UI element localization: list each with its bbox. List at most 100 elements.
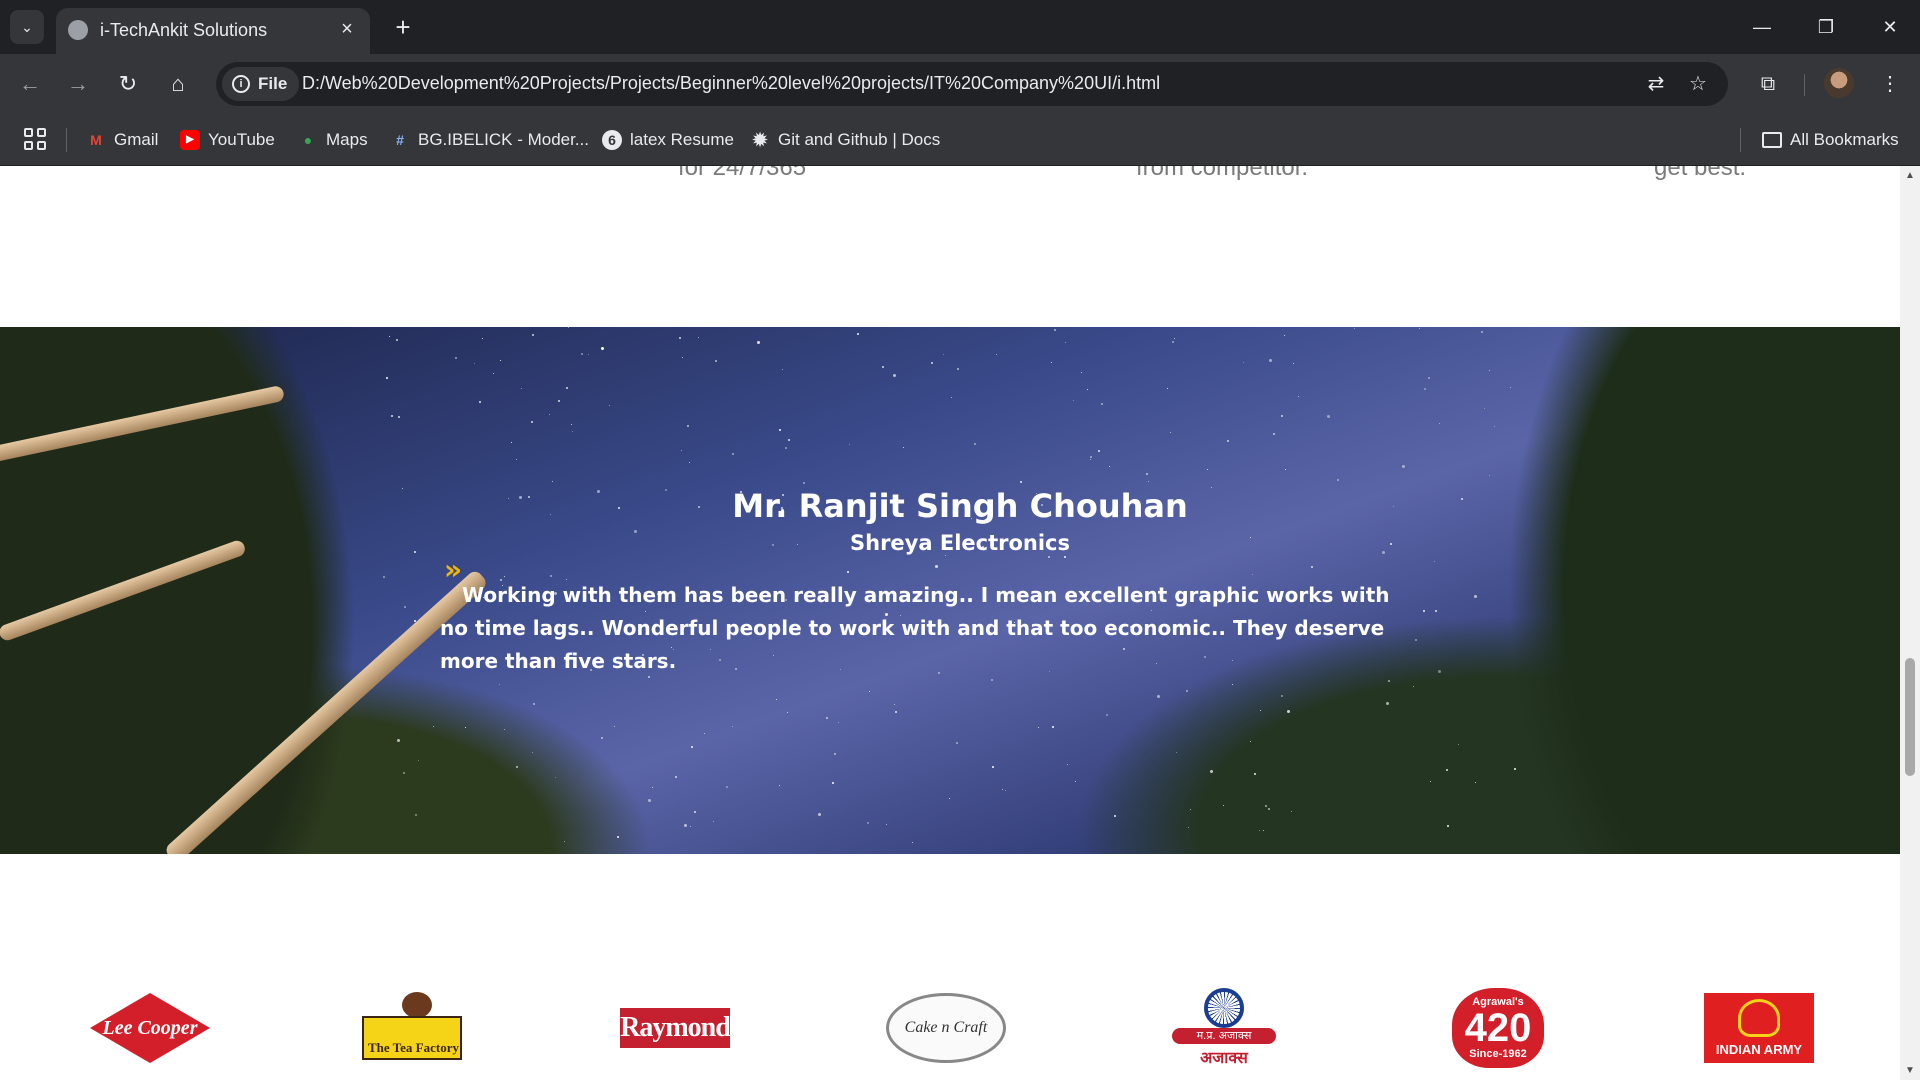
star-dot (511, 441, 513, 443)
logo-indian-army: INDIAN ARMY (1704, 976, 1814, 1080)
close-tab-icon[interactable]: × (334, 16, 360, 42)
star-dot (397, 738, 401, 742)
scroll-up-arrow-icon[interactable]: ▲ (1904, 170, 1916, 181)
star-dot (648, 799, 652, 803)
star-dot (912, 842, 914, 844)
feature-caption: for 24/7/365 (678, 166, 807, 181)
profile-avatar[interactable] (1824, 68, 1854, 98)
star-dot (849, 444, 851, 446)
translate-icon[interactable]: ⇄ (1642, 70, 1670, 98)
minimize-button[interactable]: — (1742, 10, 1782, 44)
extensions-icon[interactable]: ⧉ (1750, 66, 1786, 102)
star-dot (414, 814, 417, 817)
star-dot (893, 373, 897, 377)
menu-kebab-icon[interactable]: ⋮ (1872, 66, 1908, 102)
restore-button[interactable]: ❐ (1806, 10, 1846, 44)
tea-factory-wordmark: The Tea Factory (368, 1040, 459, 1055)
star-dot (1337, 478, 1340, 481)
star-dot (1053, 328, 1056, 331)
url-text[interactable]: D:/Web%20Development%20Projects/Projects… (302, 73, 1160, 94)
star-dot (1488, 370, 1490, 372)
star-dot (503, 729, 505, 731)
star-dot (1067, 763, 1069, 765)
star-bookmark-icon[interactable]: ☆ (1684, 70, 1712, 98)
star-dot (886, 823, 888, 825)
testimonial-name: Mr. Ranjit Singh Chouhan (732, 487, 1188, 525)
star-dot (948, 798, 950, 800)
star-dot (567, 327, 569, 329)
star-dot (398, 415, 401, 418)
reload-button[interactable]: ↻ (110, 66, 146, 102)
star-dot (779, 784, 781, 786)
all-bookmarks-button[interactable]: All Bookmarks (1762, 126, 1899, 154)
testimonial-section: Mr. Ranjit Singh Chouhan Shreya Electron… (0, 327, 1900, 854)
bookmark-bg-ibelick[interactable]: # BG.IBELICK - Moder... (390, 126, 589, 154)
star-dot (493, 372, 495, 374)
bookmark-label: YouTube (208, 130, 275, 149)
star-dot (403, 606, 406, 609)
star-dot (566, 387, 569, 390)
star-dot (1284, 335, 1286, 337)
star-dot (1052, 725, 1055, 728)
star-dot (1170, 431, 1172, 433)
star-dot (857, 333, 860, 335)
star-dot (1387, 680, 1390, 683)
star-dot (1260, 709, 1262, 711)
star-dot (563, 840, 565, 842)
bookmark-latex-resume[interactable]: 6 latex Resume (602, 126, 734, 154)
bookmarks-bar: M Gmail ▶ YouTube ● Maps # BG.IBELICK - … (0, 114, 1920, 166)
star-dot (402, 771, 405, 774)
tab-search-button[interactable]: ⌄ (10, 10, 44, 44)
star-dot (1292, 362, 1294, 364)
star-dot (614, 726, 616, 728)
agrawal-number: 420 (1464, 1006, 1532, 1050)
forward-button[interactable]: → (60, 66, 96, 102)
star-dot (837, 721, 839, 723)
bookmark-maps[interactable]: ● Maps (298, 126, 368, 154)
star-dot (1412, 686, 1414, 688)
scroll-down-arrow-icon[interactable]: ▼ (1904, 1065, 1916, 1076)
active-tab[interactable]: i-TechAnkit Solutions × (56, 8, 370, 54)
star-dot (714, 360, 717, 363)
star-dot (974, 443, 977, 446)
apps-grid-icon[interactable] (24, 128, 46, 150)
star-dot (1186, 689, 1189, 692)
star-dot (945, 555, 947, 557)
star-dot (802, 482, 805, 485)
bookmark-gmail[interactable]: M Gmail (86, 126, 158, 154)
scrollbar-thumb[interactable] (1905, 658, 1915, 776)
ajax-ribbon: म.प्र. अजाक्स (1172, 1028, 1276, 1044)
site-info-chip[interactable]: i File (222, 67, 300, 101)
bookmark-label: Maps (326, 130, 368, 149)
star-dot (1005, 789, 1007, 791)
star-dot (1251, 573, 1253, 575)
star-dot (866, 822, 869, 825)
star-dot (1493, 425, 1495, 427)
star-dot (532, 751, 534, 753)
star-dot (935, 565, 939, 569)
bookmark-label: BG.IBELICK - Moder... (418, 130, 590, 149)
star-dot (943, 354, 945, 356)
logo-cake-n-craft: Cake n Craft (886, 976, 1006, 1080)
star-dot (464, 726, 466, 728)
bookmark-git-github[interactable]: ✹ Git and Github | Docs (750, 126, 940, 154)
star-dot (1231, 684, 1233, 686)
star-dot (500, 359, 502, 361)
new-tab-button[interactable]: + (388, 12, 418, 42)
star-dot (826, 717, 829, 720)
bookmark-youtube[interactable]: ▶ YouTube (180, 126, 275, 154)
star-dot (1268, 359, 1272, 363)
home-button[interactable]: ⌂ (160, 66, 196, 102)
close-window-button[interactable]: ✕ (1870, 10, 1910, 44)
star-dot (732, 453, 735, 456)
page-scrollbar[interactable]: ▲ ▼ (1900, 166, 1920, 1080)
star-dot (532, 703, 535, 706)
raymond-wordmark: Raymond (620, 1008, 731, 1048)
back-button[interactable]: ← (12, 66, 48, 102)
star-dot (572, 431, 574, 433)
star-dot (957, 367, 960, 370)
address-bar[interactable]: i File D:/Web%20Development%20Projects/P… (216, 62, 1728, 106)
star-dot (1439, 423, 1441, 425)
star-dot (616, 836, 619, 839)
star-dot (893, 703, 895, 705)
